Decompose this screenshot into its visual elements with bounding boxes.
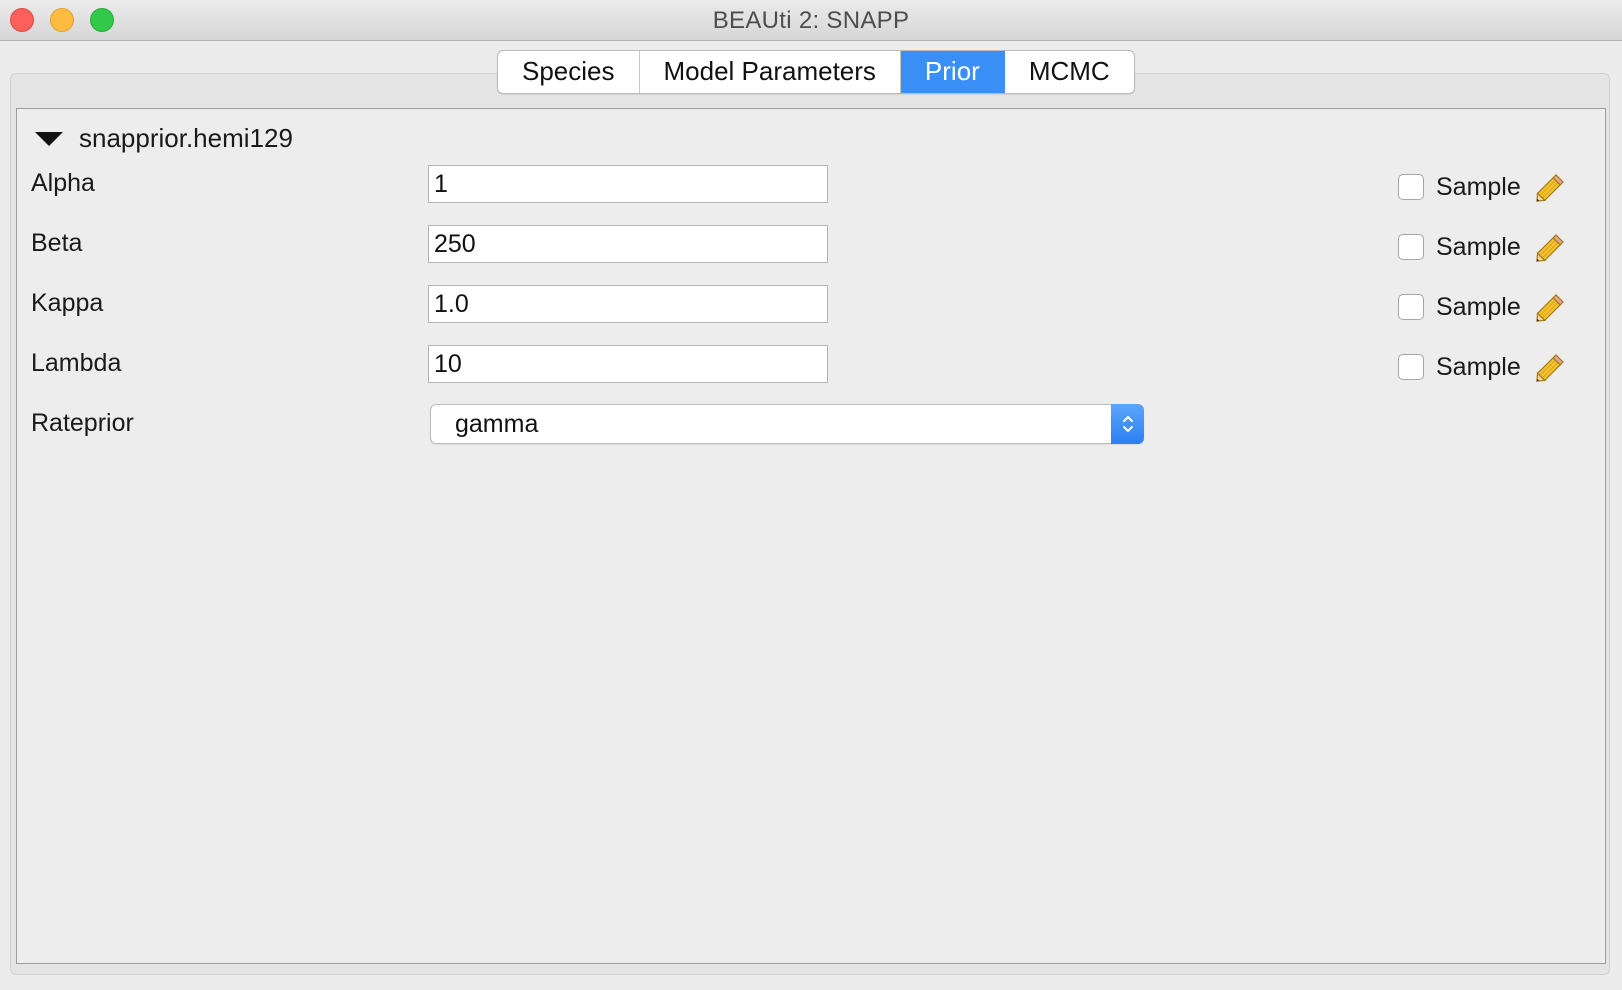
- sample-group-beta: Sample: [1398, 229, 1569, 265]
- param-row-beta: Beta Sample: [17, 225, 1605, 265]
- param-row-lambda: Lambda Sample: [17, 345, 1605, 385]
- pencil-icon[interactable]: [1533, 289, 1569, 325]
- kappa-field[interactable]: [428, 285, 828, 323]
- sample-label-beta: Sample: [1436, 232, 1521, 261]
- param-row-rateprior: Rateprior gamma: [17, 404, 1605, 445]
- sample-label-alpha: Sample: [1436, 172, 1521, 201]
- tab-mcmc[interactable]: MCMC: [1005, 51, 1134, 93]
- pencil-icon[interactable]: [1533, 169, 1569, 205]
- sample-group-kappa: Sample: [1398, 289, 1569, 325]
- title-bar[interactable]: BEAUti 2: SNAPP: [0, 0, 1622, 41]
- sample-label-kappa: Sample: [1436, 292, 1521, 321]
- tab-model-parameters[interactable]: Model Parameters: [640, 51, 901, 93]
- beta-field[interactable]: [428, 225, 828, 263]
- tab-prior[interactable]: Prior: [900, 51, 1005, 93]
- tab-bar: Species Model Parameters Prior MCMC: [497, 50, 1135, 94]
- pencil-icon[interactable]: [1533, 349, 1569, 385]
- section-title: snapprior.hemi129: [79, 123, 293, 153]
- section-header[interactable]: snapprior.hemi129: [35, 123, 293, 154]
- sample-checkbox-beta[interactable]: [1398, 234, 1424, 260]
- param-label-beta: Beta: [31, 229, 83, 257]
- sample-group-alpha: Sample: [1398, 169, 1569, 205]
- disclosure-triangle-down-icon[interactable]: [35, 131, 63, 146]
- alpha-field[interactable]: [428, 165, 828, 203]
- param-row-kappa: Kappa Sample: [17, 285, 1605, 325]
- rateprior-select[interactable]: gamma: [430, 404, 1144, 444]
- sample-group-lambda: Sample: [1398, 349, 1569, 385]
- window-title: BEAUti 2: SNAPP: [712, 7, 910, 34]
- sample-checkbox-alpha[interactable]: [1398, 174, 1424, 200]
- updown-chevron-icon[interactable]: [1111, 404, 1144, 444]
- rateprior-select-value: gamma: [455, 410, 539, 438]
- pencil-icon[interactable]: [1533, 229, 1569, 265]
- sample-checkbox-lambda[interactable]: [1398, 354, 1424, 380]
- param-label-alpha: Alpha: [31, 169, 95, 197]
- param-label-rateprior: Rateprior: [31, 409, 134, 437]
- sample-checkbox-kappa[interactable]: [1398, 294, 1424, 320]
- prior-panel: snapprior.hemi129 Alpha Sample Beta: [16, 108, 1606, 964]
- param-label-lambda: Lambda: [31, 349, 122, 377]
- lambda-field[interactable]: [428, 345, 828, 383]
- tab-species[interactable]: Species: [498, 51, 640, 93]
- param-label-kappa: Kappa: [31, 289, 104, 317]
- sample-label-lambda: Sample: [1436, 352, 1521, 381]
- param-row-alpha: Alpha Sample: [17, 165, 1605, 205]
